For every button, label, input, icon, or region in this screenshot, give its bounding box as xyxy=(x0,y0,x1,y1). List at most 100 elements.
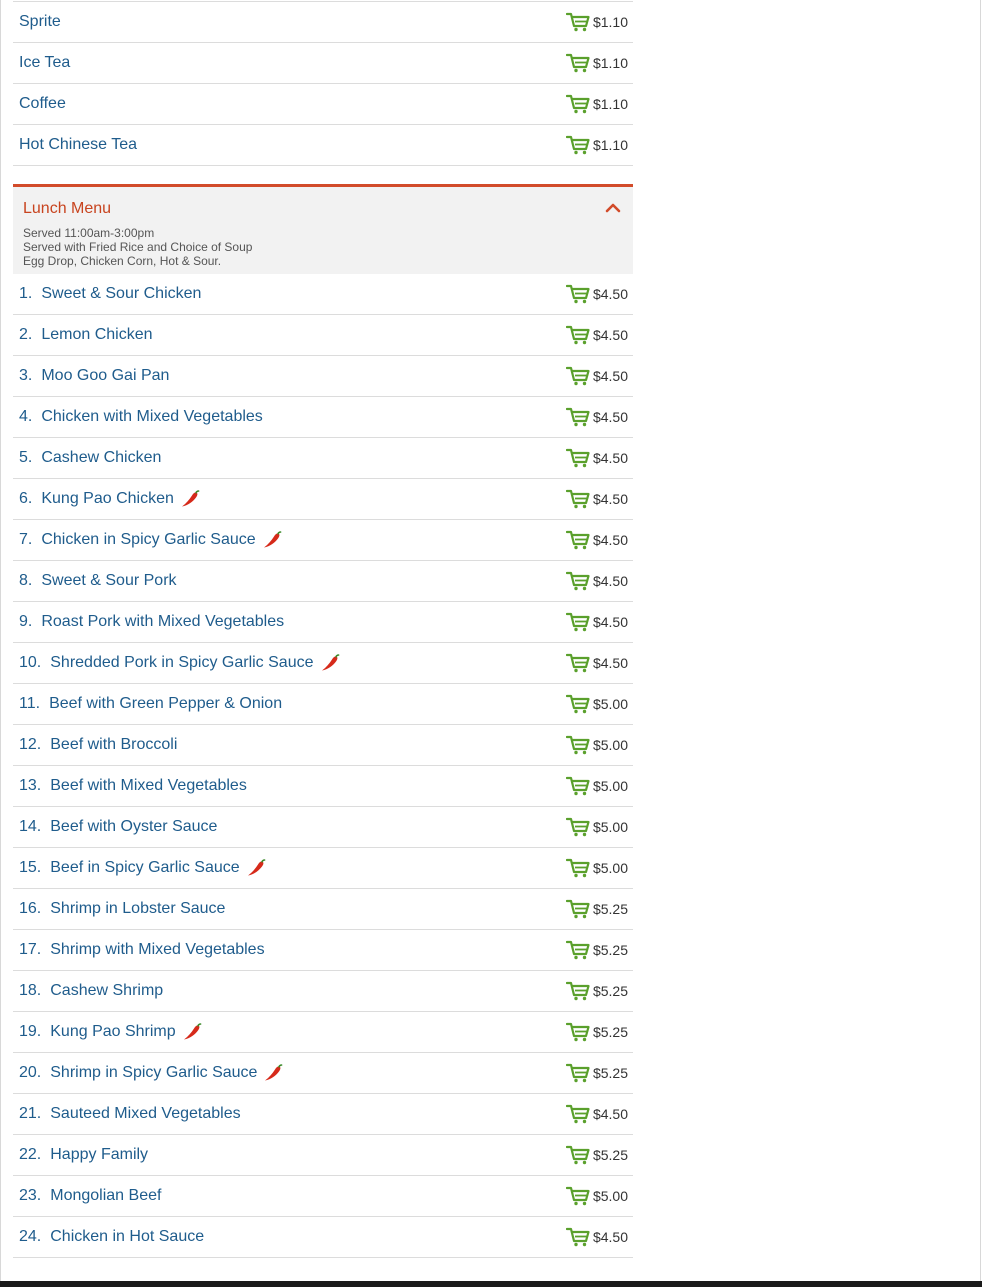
item-name[interactable]: Shrimp in Spicy Garlic Sauce xyxy=(50,1053,257,1093)
menu-item-row[interactable]: 6. Kung Pao Chicken $4.50 xyxy=(13,479,633,520)
menu-item-row[interactable]: 9. Roast Pork with Mixed Vegetables $4.50 xyxy=(13,602,633,643)
add-to-cart-button[interactable]: $4.50 xyxy=(565,1094,628,1134)
add-to-cart-button[interactable]: $5.00 xyxy=(565,766,628,806)
add-to-cart-button[interactable]: $5.00 xyxy=(565,848,628,888)
menu-item-row[interactable]: 13. Beef with Mixed Vegetables $5.00 xyxy=(13,766,633,807)
add-to-cart-button[interactable]: $5.00 xyxy=(565,807,628,847)
item-name[interactable]: Beef in Spicy Garlic Sauce xyxy=(50,848,239,888)
menu-item-row[interactable]: 22. Happy Family $5.25 xyxy=(13,1135,633,1176)
item-name[interactable]: Beef with Oyster Sauce xyxy=(50,807,217,847)
add-to-cart-button[interactable]: $1.10 xyxy=(565,43,628,83)
add-to-cart-button[interactable]: $5.00 xyxy=(565,1176,628,1216)
add-to-cart-button[interactable]: $4.50 xyxy=(565,602,628,642)
menu-item-row[interactable]: 3. Moo Goo Gai Pan $4.50 xyxy=(13,356,633,397)
add-to-cart-button[interactable]: $1.10 xyxy=(565,84,628,124)
add-to-cart-icon[interactable] xyxy=(565,571,590,591)
item-name[interactable]: Shrimp with Mixed Vegetables xyxy=(50,930,264,970)
menu-item-row[interactable]: 8. Sweet & Sour Pork $4.50 xyxy=(13,561,633,602)
item-name[interactable]: Cashew Chicken xyxy=(41,438,161,478)
add-to-cart-icon[interactable] xyxy=(565,94,590,114)
add-to-cart-icon[interactable] xyxy=(565,776,590,796)
add-to-cart-icon[interactable] xyxy=(565,12,590,32)
menu-item-row[interactable]: Coffee $1.10 xyxy=(13,84,633,125)
add-to-cart-icon[interactable] xyxy=(565,325,590,345)
menu-item-row[interactable]: 21. Sauteed Mixed Vegetables $4.50 xyxy=(13,1094,633,1135)
item-name[interactable]: Happy Family xyxy=(50,1135,148,1175)
menu-item-row[interactable]: 15. Beef in Spicy Garlic Sauce $5.00 xyxy=(13,848,633,889)
add-to-cart-icon[interactable] xyxy=(565,1022,590,1042)
lunch-menu-header[interactable]: Lunch Menu Served 11:00am-3:00pm Served … xyxy=(13,184,633,274)
item-name[interactable]: Coffee xyxy=(19,84,66,124)
add-to-cart-icon[interactable] xyxy=(565,940,590,960)
add-to-cart-button[interactable]: $4.50 xyxy=(565,274,628,314)
add-to-cart-icon[interactable] xyxy=(565,612,590,632)
menu-item-row[interactable]: 19. Kung Pao Shrimp $5.25 xyxy=(13,1012,633,1053)
add-to-cart-button[interactable]: $5.25 xyxy=(565,1135,628,1175)
item-name[interactable]: Sweet & Sour Pork xyxy=(41,561,176,601)
add-to-cart-button[interactable]: $1.10 xyxy=(565,125,628,165)
menu-item-row[interactable]: 17. Shrimp with Mixed Vegetables $5.25 xyxy=(13,930,633,971)
add-to-cart-button[interactable]: $5.25 xyxy=(565,930,628,970)
add-to-cart-button[interactable]: $4.50 xyxy=(565,479,628,519)
add-to-cart-icon[interactable] xyxy=(565,530,590,550)
add-to-cart-icon[interactable] xyxy=(565,407,590,427)
add-to-cart-button[interactable]: $5.00 xyxy=(565,725,628,765)
add-to-cart-icon[interactable] xyxy=(565,817,590,837)
menu-item-row[interactable]: Ice Tea $1.10 xyxy=(13,43,633,84)
add-to-cart-icon[interactable] xyxy=(565,448,590,468)
add-to-cart-button[interactable]: $4.50 xyxy=(565,643,628,683)
add-to-cart-button[interactable]: $4.50 xyxy=(565,315,628,355)
menu-item-row[interactable]: 12. Beef with Broccoli $5.00 xyxy=(13,725,633,766)
menu-item-row[interactable]: 23. Mongolian Beef $5.00 xyxy=(13,1176,633,1217)
add-to-cart-button[interactable]: $5.25 xyxy=(565,971,628,1011)
add-to-cart-icon[interactable] xyxy=(565,489,590,509)
item-name[interactable]: Moo Goo Gai Pan xyxy=(41,356,169,396)
menu-item-row[interactable]: 2. Lemon Chicken $4.50 xyxy=(13,315,633,356)
item-name[interactable]: Beef with Broccoli xyxy=(50,725,177,765)
item-name[interactable]: Shredded Pork in Spicy Garlic Sauce xyxy=(50,643,313,683)
item-name[interactable]: Chicken with Mixed Vegetables xyxy=(41,397,262,437)
add-to-cart-icon[interactable] xyxy=(565,135,590,155)
add-to-cart-button[interactable]: $5.00 xyxy=(565,684,628,724)
menu-item-row[interactable]: 5. Cashew Chicken $4.50 xyxy=(13,438,633,479)
add-to-cart-button[interactable]: $4.50 xyxy=(565,1217,628,1257)
add-to-cart-icon[interactable] xyxy=(565,1186,590,1206)
item-name[interactable]: Kung Pao Shrimp xyxy=(50,1012,175,1052)
item-name[interactable]: Beef with Mixed Vegetables xyxy=(50,766,247,806)
menu-item-row[interactable]: 24. Chicken in Hot Sauce $4.50 xyxy=(13,1217,633,1258)
menu-item-row[interactable]: 20. Shrimp in Spicy Garlic Sauce $5.25 xyxy=(13,1053,633,1094)
menu-item-row[interactable]: 4. Chicken with Mixed Vegetables $4.50 xyxy=(13,397,633,438)
menu-item-row[interactable]: 7. Chicken in Spicy Garlic Sauce $4.50 xyxy=(13,520,633,561)
add-to-cart-button[interactable]: $4.50 xyxy=(565,397,628,437)
item-name[interactable]: Beef with Green Pepper & Onion xyxy=(49,684,282,724)
item-name[interactable]: Sauteed Mixed Vegetables xyxy=(50,1094,240,1134)
add-to-cart-icon[interactable] xyxy=(565,899,590,919)
add-to-cart-button[interactable]: $4.50 xyxy=(565,520,628,560)
item-name[interactable]: Cashew Shrimp xyxy=(50,971,163,1011)
add-to-cart-icon[interactable] xyxy=(565,1104,590,1124)
menu-item-row[interactable]: Sprite $1.10 xyxy=(13,2,633,43)
add-to-cart-icon[interactable] xyxy=(565,858,590,878)
add-to-cart-button[interactable]: $4.50 xyxy=(565,438,628,478)
add-to-cart-icon[interactable] xyxy=(565,53,590,73)
menu-item-row[interactable]: Hot Chinese Tea $1.10 xyxy=(13,125,633,166)
add-to-cart-button[interactable]: $5.25 xyxy=(565,889,628,929)
add-to-cart-icon[interactable] xyxy=(565,366,590,386)
item-name[interactable]: Ice Tea xyxy=(19,43,70,83)
add-to-cart-button[interactable]: $5.25 xyxy=(565,1053,628,1093)
add-to-cart-button[interactable]: $1.10 xyxy=(565,2,628,42)
item-name[interactable]: Roast Pork with Mixed Vegetables xyxy=(41,602,284,642)
item-name[interactable]: Kung Pao Chicken xyxy=(41,479,174,519)
menu-item-row[interactable]: 11. Beef with Green Pepper & Onion $5.00 xyxy=(13,684,633,725)
chevron-up-icon[interactable] xyxy=(605,201,621,213)
add-to-cart-icon[interactable] xyxy=(565,694,590,714)
item-name[interactable]: Sprite xyxy=(19,2,61,42)
add-to-cart-icon[interactable] xyxy=(565,735,590,755)
menu-item-row[interactable]: 14. Beef with Oyster Sauce $5.00 xyxy=(13,807,633,848)
menu-item-row[interactable]: 10. Shredded Pork in Spicy Garlic Sauce $4… xyxy=(13,643,633,684)
add-to-cart-button[interactable]: $4.50 xyxy=(565,561,628,601)
add-to-cart-icon[interactable] xyxy=(565,284,590,304)
item-name[interactable]: Sweet & Sour Chicken xyxy=(41,274,201,314)
add-to-cart-icon[interactable] xyxy=(565,1063,590,1083)
add-to-cart-icon[interactable] xyxy=(565,981,590,1001)
